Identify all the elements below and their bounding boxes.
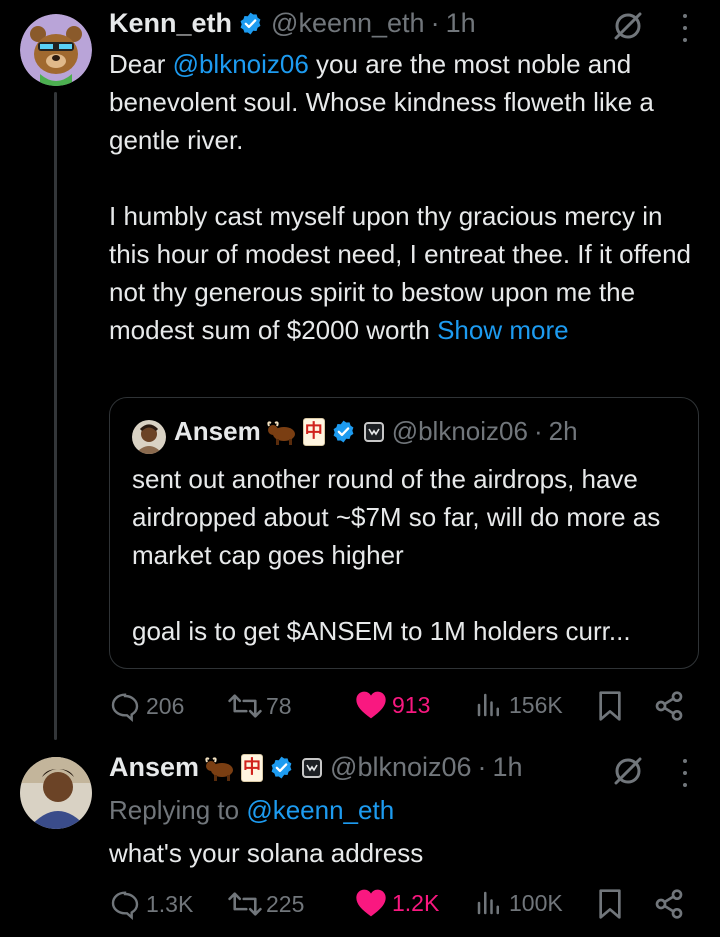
timestamp[interactable]: 1h (446, 8, 476, 39)
mahjong-tile-icon: 中 (302, 417, 325, 446)
quote-header: Ansem 中 @blknoiz06 · 2h (174, 416, 578, 447)
share-icon (655, 889, 683, 919)
separator-dot: · (533, 416, 543, 446)
bull-emoji-icon (267, 419, 297, 445)
affiliate-badge-icon (302, 757, 323, 778)
replying-to-handle[interactable]: @keenn_eth (246, 795, 394, 825)
quote-timestamp: 2h (548, 416, 578, 446)
tweet-header: Kenn_eth @keenn_eth · 1h (109, 8, 476, 39)
bookmark-button[interactable] (596, 690, 624, 722)
views-button[interactable]: 156K (473, 690, 563, 720)
like-count: 913 (392, 691, 431, 718)
views-count: 156K (509, 691, 563, 718)
bear-avatar-icon (20, 14, 92, 86)
replying-to-line: Replying to @keenn_eth (109, 791, 699, 829)
quote-author-handle: @blknoiz06 (391, 416, 528, 446)
like-button[interactable]: 913 (355, 690, 430, 720)
quoted-tweet-card[interactable]: Ansem 中 @blknoiz06 · 2h sent out another… (109, 397, 699, 669)
author-name[interactable]: Kenn_eth (109, 8, 232, 39)
share-button[interactable] (653, 888, 685, 920)
like-heart-icon (356, 691, 386, 719)
quote-author-name: Ansem (174, 416, 261, 446)
person-avatar-icon (20, 757, 92, 829)
views-icon (477, 693, 499, 717)
bookmark-icon (599, 691, 621, 721)
author-avatar[interactable] (20, 14, 92, 86)
reply-count: 1.3K (146, 890, 194, 917)
show-more-link[interactable]: Show more (437, 315, 569, 345)
reply-icon (111, 891, 139, 920)
quote-paragraph-1: sent out another round of the airdrops, … (132, 464, 661, 570)
verified-badge-icon (333, 420, 354, 443)
grok-icon[interactable] (612, 755, 644, 787)
tweet-text: what's your solana address (109, 838, 424, 868)
share-button[interactable] (653, 690, 685, 722)
tweet-text-prefix: Dear (109, 49, 173, 79)
views-icon (477, 891, 499, 915)
bull-emoji-icon (205, 755, 235, 781)
repost-count: 225 (266, 890, 305, 917)
tweet-text-para2: I humbly cast myself upon thy gracious m… (109, 201, 692, 345)
replying-to-prefix: Replying to (109, 795, 247, 825)
grok-icon[interactable] (612, 10, 644, 42)
author-name[interactable]: Ansem (109, 752, 199, 783)
mention-link[interactable]: @blknoiz06 (173, 49, 309, 79)
reply-button[interactable]: 1.3K (109, 888, 193, 920)
reply-button[interactable]: 206 (109, 690, 184, 722)
tweet-text: Dear @blknoiz06 you are the most noble a… (109, 45, 699, 159)
quote-author-avatar (132, 420, 166, 454)
bookmark-icon (599, 889, 621, 919)
repost-icon (228, 694, 262, 718)
author-avatar[interactable] (20, 757, 92, 829)
quote-paragraph-2: goal is to get $ANSEM to 1M holders curr… (132, 616, 631, 646)
thread-connector-line (54, 92, 57, 740)
repost-count: 78 (266, 692, 292, 719)
like-button[interactable]: 1.2K (355, 888, 439, 918)
like-count: 1.2K (392, 889, 440, 916)
affiliate-badge-icon (363, 421, 384, 442)
reply-icon (111, 693, 139, 722)
tweet-text-paragraph: I humbly cast myself upon thy gracious m… (109, 197, 699, 349)
like-heart-icon (356, 889, 386, 917)
separator-dot: · (430, 8, 440, 38)
quoted-tweet-text: sent out another round of the airdrops, … (132, 460, 687, 650)
tweet-header: Ansem 中 @blknoiz06 · 1h (109, 752, 523, 783)
mahjong-tile-icon: 中 (241, 753, 264, 782)
views-button[interactable]: 100K (473, 888, 563, 918)
repost-icon (228, 892, 262, 916)
verified-badge-icon (271, 756, 292, 779)
separator-dot: · (477, 752, 487, 782)
more-options-icon[interactable] (680, 759, 690, 787)
reply-count: 206 (146, 692, 185, 719)
repost-button[interactable]: 225 (227, 888, 304, 920)
bookmark-button[interactable] (596, 888, 624, 920)
author-handle[interactable]: @blknoiz06 (330, 752, 472, 783)
tweet-action-bar: 206 78 913 156K (109, 686, 699, 726)
more-options-icon[interactable] (680, 14, 690, 42)
timestamp[interactable]: 1h (493, 752, 523, 783)
repost-button[interactable]: 78 (227, 690, 292, 722)
views-count: 100K (509, 889, 563, 916)
author-handle[interactable]: @keenn_eth (271, 8, 425, 39)
verified-badge-icon (240, 12, 261, 35)
tweet-action-bar: 1.3K 225 1.2K 100K (109, 884, 699, 924)
person-avatar-icon (132, 420, 166, 454)
share-icon (655, 691, 683, 721)
